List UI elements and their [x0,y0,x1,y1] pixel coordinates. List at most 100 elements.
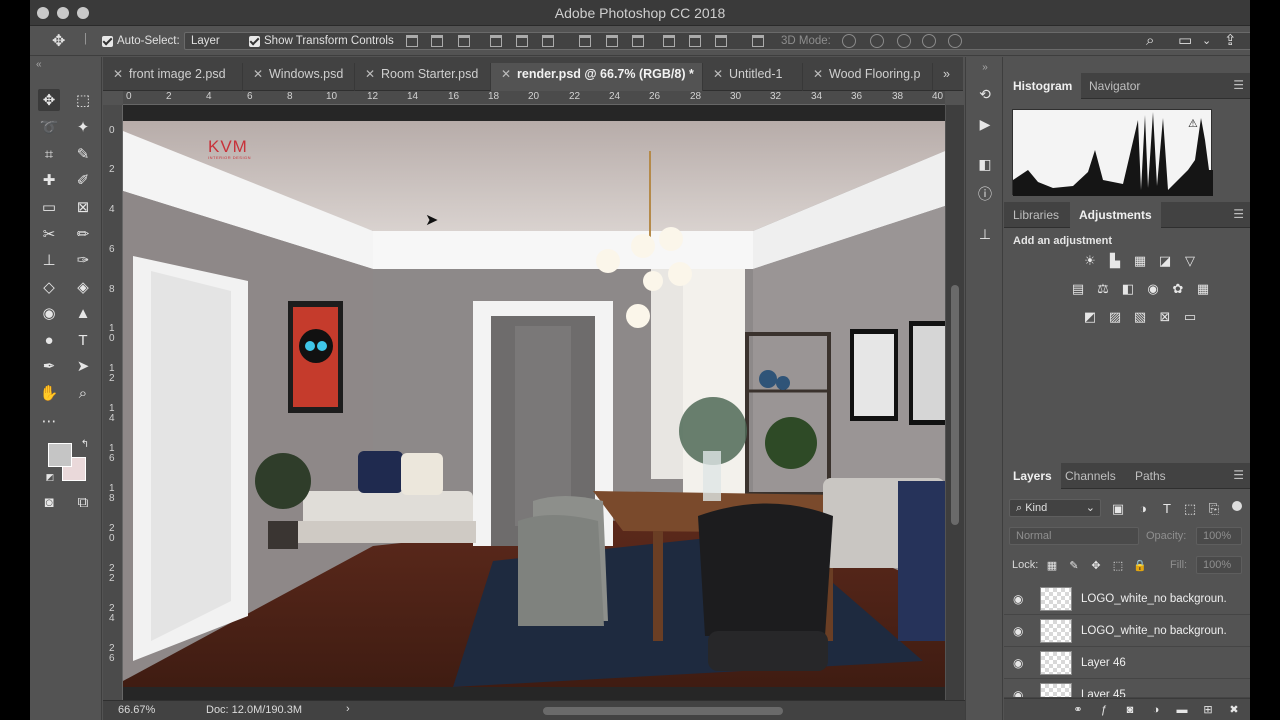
history-icon[interactable]: ⟲ [976,85,994,103]
new-group-icon[interactable]: ▬ [1174,702,1190,718]
tab-libraries[interactable]: Libraries [1004,202,1068,228]
photo-filter-icon[interactable]: ◉ [1145,281,1161,297]
blend-mode-dropdown[interactable]: Normal [1009,527,1139,545]
edit-toolbar-icon[interactable]: ⋯ [38,410,60,432]
lasso-tool-icon[interactable]: ➰ [38,116,60,138]
gradient-map-icon[interactable]: ▭ [1182,309,1198,325]
posterize-icon[interactable]: ▨ [1107,309,1123,325]
tab-room-starter[interactable]: ✕Room Starter.psd [355,63,491,91]
hand-tool-icon[interactable]: ✋ [38,382,60,404]
distribute-top-icon[interactable] [579,35,591,47]
marquee-tool-icon[interactable]: ⬚ [72,89,94,111]
align-vertical-center-icon[interactable] [431,35,443,47]
magic-wand-icon[interactable]: ✦ [72,116,94,138]
eraser-tool-icon[interactable]: ◇ [38,276,60,298]
path-selection-icon[interactable]: ➤ [72,355,94,377]
layer-row[interactable]: ◉ Layer 46 [1004,648,1250,679]
align-bottom-icon[interactable] [458,35,470,47]
visibility-eye-icon[interactable]: ◉ [1013,688,1023,698]
3d-pan-icon[interactable] [897,34,911,48]
layer-row[interactable]: ◉ LOGO_white_no backgroun... [1004,584,1250,615]
vibrance-icon[interactable]: ▽ [1182,253,1198,269]
tools-collapse-icon[interactable]: « [30,57,102,87]
tab-layers[interactable]: Layers [1004,463,1061,489]
quick-mask-icon[interactable]: ◙ [38,491,60,513]
black-white-icon[interactable]: ◧ [1120,281,1136,297]
brightness-contrast-icon[interactable]: ☀ [1082,253,1098,269]
3d-orbit-icon[interactable] [842,34,856,48]
close-tab-icon[interactable]: ✕ [113,63,123,85]
default-colors-icon[interactable]: ◩ [44,471,56,483]
curves-icon[interactable]: ▦ [1132,253,1148,269]
align-right-icon[interactable] [542,35,554,47]
screen-mode-icon[interactable]: ⧉ [72,491,94,513]
invert-icon[interactable]: ◩ [1082,309,1098,325]
fill-field[interactable]: 100% [1196,556,1242,574]
selective-color-icon[interactable]: ⊠ [1157,309,1173,325]
canvas-area[interactable]: KVM INTERIOR DESIGN ➤ [123,105,945,700]
panel-menu-icon[interactable]: ☰ [1233,207,1244,221]
visibility-eye-icon[interactable]: ◉ [1013,656,1023,670]
dodge-tool-icon[interactable]: ● [38,329,60,351]
panel-menu-icon[interactable]: ☰ [1233,468,1244,482]
filter-type-icon[interactable]: T [1159,501,1175,517]
actions-play-icon[interactable]: ▶ [976,115,994,133]
layer-filter-kind-dropdown[interactable]: ⌕ Kind ⌄ [1009,499,1101,517]
filter-shape-icon[interactable]: ⬚ [1182,501,1198,517]
status-menu-arrow[interactable]: › [346,703,350,715]
3d-scale-icon[interactable] [948,34,962,48]
search-icon[interactable]: ⌕ [1146,32,1154,50]
3d-roll-icon[interactable] [870,34,884,48]
color-balance-icon[interactable]: ⚖ [1095,281,1111,297]
tab-render[interactable]: ✕render.psd @ 66.7% (RGB/8) * [491,63,703,91]
link-layers-icon[interactable]: ⚭ [1070,702,1086,718]
lock-all-icon[interactable]: 🔒 [1132,558,1148,574]
color-lookup-icon[interactable]: ▦ [1195,281,1211,297]
layer-row[interactable]: ◉ Layer 45 [1004,680,1250,698]
eyedropper-icon[interactable]: ✎ [72,143,94,165]
tab-channels[interactable]: Channels [1056,463,1125,489]
threshold-icon[interactable]: ▧ [1132,309,1148,325]
levels-icon[interactable]: ▙ [1107,253,1123,269]
expand-panels-icon[interactable]: » [976,59,994,77]
healing-brush-icon[interactable]: ✚ [38,169,60,191]
close-tab-icon[interactable]: ✕ [253,63,263,85]
horizontal-scroll-thumb[interactable] [543,707,783,715]
tab-windows[interactable]: ✕Windows.psd [243,63,355,91]
lock-image-icon[interactable]: ✎ [1066,558,1082,574]
horizontal-ruler[interactable]: 0 2 4 6 8 10 12 14 16 18 20 22 24 26 28 … [123,91,945,105]
distribute-left-icon[interactable] [663,35,675,47]
pencil-tool-icon[interactable]: ✏ [72,223,94,245]
distribute-right-icon[interactable] [715,35,727,47]
new-layer-icon[interactable]: ⊞ [1200,702,1216,718]
move-tool-preset-icon[interactable]: ✥ [52,32,65,50]
close-tab-icon[interactable]: ✕ [365,63,375,85]
filter-smart-object-icon[interactable]: ⎘ [1206,501,1222,517]
auto-select-checkbox[interactable]: Auto-Select: [102,32,180,50]
tab-paths[interactable]: Paths [1126,463,1175,489]
zoom-tool-icon[interactable]: ⌕ [72,382,94,404]
align-left-icon[interactable] [490,35,502,47]
brush-tool-icon[interactable]: ✐ [72,169,94,191]
filter-adjustment-icon[interactable]: ◑ [1135,501,1151,517]
rectangle-frame-icon[interactable]: ▭ [38,196,60,218]
lock-artboard-icon[interactable]: ⬚ [1110,558,1126,574]
tab-adjustments[interactable]: Adjustments [1070,202,1161,228]
exposure-icon[interactable]: ◪ [1157,253,1173,269]
workspace-dropdown-icon[interactable]: ⌄ [1202,32,1211,50]
lock-transparent-icon[interactable]: ▦ [1044,558,1060,574]
hue-saturation-icon[interactable]: ▤ [1070,281,1086,297]
move-tool-icon[interactable]: ✥ [38,89,60,111]
tab-front-image-2[interactable]: ✕front image 2.psd [103,63,243,91]
tab-navigator[interactable]: Navigator [1080,73,1149,99]
blur-tool-icon[interactable]: ◉ [38,302,60,324]
share-icon[interactable]: ⇪ [1224,32,1237,50]
layer-row[interactable]: ◉ LOGO_white_no backgroun... [1004,616,1250,647]
scroll-thumb[interactable] [951,285,959,525]
visibility-eye-icon[interactable]: ◉ [1013,592,1023,606]
distribute-vertical-center-icon[interactable] [606,35,618,47]
add-mask-icon[interactable]: ◙ [1122,702,1138,718]
content-aware-move-icon[interactable]: ✂ [38,223,60,245]
layer-name[interactable]: LOGO_white_no backgroun... [1081,593,1226,605]
visibility-eye-icon[interactable]: ◉ [1013,624,1023,638]
